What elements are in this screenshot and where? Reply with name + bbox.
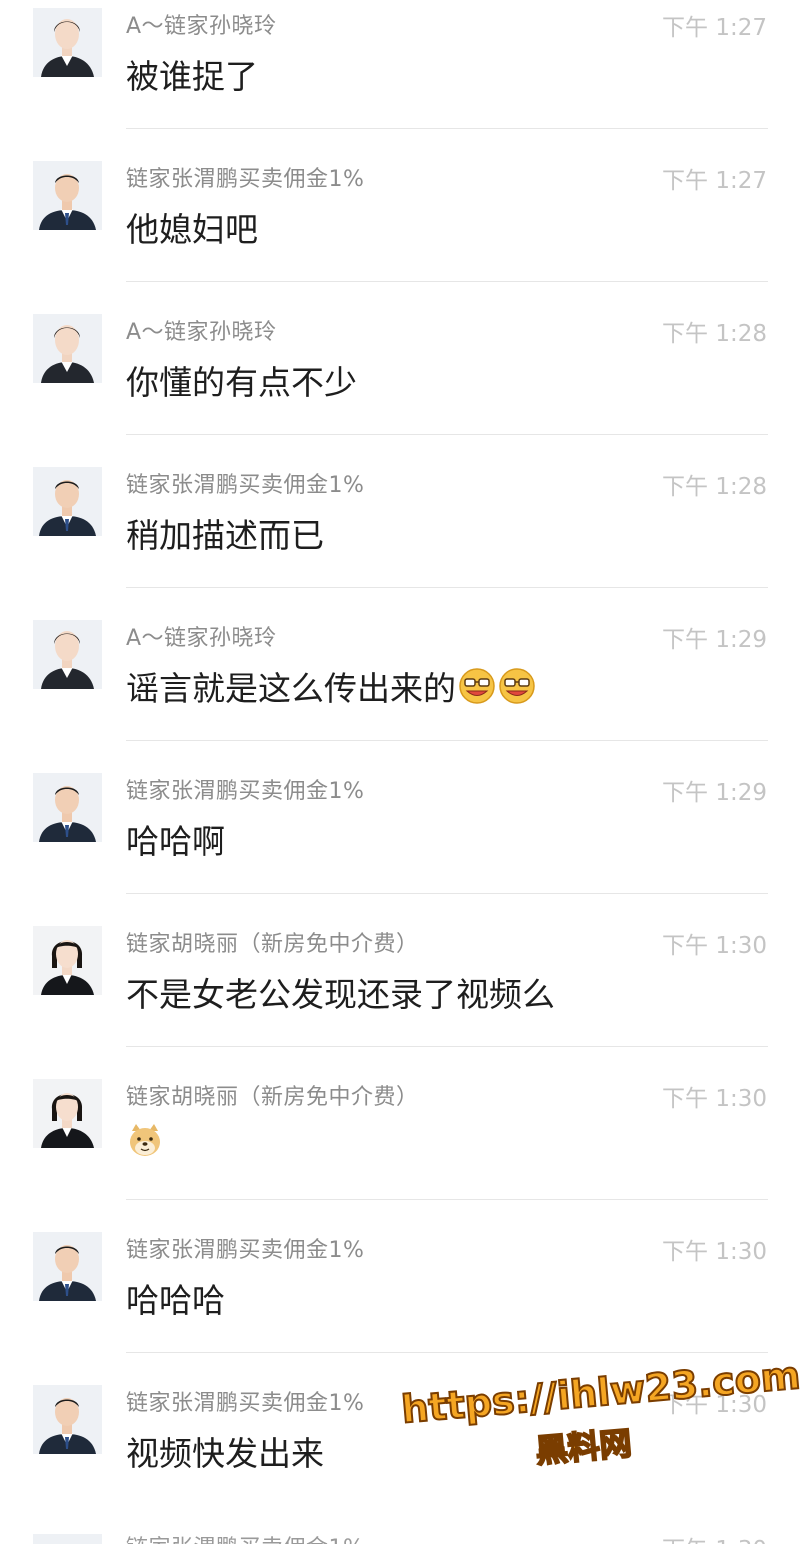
avatar[interactable]	[33, 314, 102, 383]
message-text-content: 稍加描述而已	[126, 516, 324, 555]
sender-name: 链家胡晓丽（新房免中介费）	[126, 932, 419, 957]
message-time: 下午 1:30	[662, 1530, 767, 1544]
male-avatar-icon	[33, 467, 102, 536]
grin-glasses-emoji-icon	[499, 668, 535, 704]
message-time: 下午 1:29	[662, 780, 767, 806]
sender-name: 链家张渭鹏买卖佣金1%	[126, 1238, 365, 1263]
male-avatar-icon	[33, 773, 102, 842]
male-avatar-icon	[33, 161, 102, 230]
avatar[interactable]	[33, 1534, 102, 1544]
message-item: 链家张渭鹏买卖佣金1% 下午 1:30 视频快发出来	[0, 1353, 800, 1506]
sender-name: 链家张渭鹏买卖佣金1%	[126, 1391, 365, 1416]
sender-name: A～链家孙晓玲	[126, 320, 277, 345]
message-text-content: 哈哈啊	[126, 822, 225, 861]
message-time: 下午 1:29	[662, 627, 767, 653]
message-item-partial: 链家张渭鹏买卖佣金1% 下午 1:30	[0, 1528, 800, 1544]
message-text-content: 他媳妇吧	[126, 210, 258, 249]
avatar[interactable]	[33, 1232, 102, 1301]
message-time: 下午 1:30	[662, 1239, 767, 1265]
message-item: A～链家孙晓玲 下午 1:28 你懂的有点不少	[0, 282, 800, 435]
message-item: A～链家孙晓玲 下午 1:27 被谁捉了	[0, 0, 800, 129]
sender-name: 链家胡晓丽（新房免中介费）	[126, 1085, 419, 1110]
female-avatar-icon	[33, 8, 102, 77]
message-text[interactable]: 不是女老公发现还录了视频么	[126, 968, 555, 1016]
message-text-content: 视频快发出来	[126, 1434, 324, 1473]
avatar[interactable]	[33, 467, 102, 536]
message-item: 链家胡晓丽（新房免中介费） 下午 1:30	[0, 1047, 800, 1200]
chat-message-list: A～链家孙晓玲 下午 1:27 被谁捉了 链家张渭鹏买卖佣金1% 下午 1:27	[0, 0, 800, 1506]
message-time: 下午 1:28	[662, 474, 767, 500]
avatar[interactable]	[33, 773, 102, 842]
female-avatar-icon	[33, 314, 102, 383]
message-text-content: 哈哈哈	[126, 1281, 225, 1320]
message-text[interactable]: 视频快发出来	[126, 1427, 324, 1475]
sender-name: A～链家孙晓玲	[126, 626, 277, 651]
avatar[interactable]	[33, 8, 102, 77]
message-item: A～链家孙晓玲 下午 1:29 谣言就是这么传出来的	[0, 588, 800, 741]
message-text-content: 谣言就是这么传出来的	[126, 669, 456, 708]
message-item: 链家胡晓丽（新房免中介费） 下午 1:30 不是女老公发现还录了视频么	[0, 894, 800, 1047]
message-text[interactable]	[126, 1121, 164, 1159]
message-text[interactable]: 稍加描述而已	[126, 509, 324, 557]
message-text[interactable]: 谣言就是这么传出来的	[126, 662, 536, 710]
message-time: 下午 1:27	[662, 168, 767, 194]
avatar[interactable]	[33, 926, 102, 995]
message-time: 下午 1:30	[662, 933, 767, 959]
sender-name: 链家张渭鹏买卖佣金1%	[126, 473, 365, 498]
avatar[interactable]	[33, 1079, 102, 1148]
sender-name: 链家张渭鹏买卖佣金1%	[126, 167, 365, 192]
avatar[interactable]	[33, 620, 102, 689]
avatar[interactable]	[33, 1385, 102, 1454]
message-text[interactable]: 被谁捉了	[126, 50, 258, 98]
sender-name: 链家张渭鹏买卖佣金1%	[126, 1530, 364, 1544]
message-time: 下午 1:30	[662, 1086, 767, 1112]
sender-name: 链家张渭鹏买卖佣金1%	[126, 779, 365, 804]
message-text-content: 你懂的有点不少	[126, 363, 357, 402]
message-text[interactable]: 哈哈哈	[126, 1274, 225, 1322]
message-text[interactable]: 他媳妇吧	[126, 203, 258, 251]
message-item: 链家张渭鹏买卖佣金1% 下午 1:30 哈哈哈	[0, 1200, 800, 1353]
female-avatar-icon	[33, 1079, 102, 1148]
female-avatar-icon	[33, 926, 102, 995]
avatar[interactable]	[33, 161, 102, 230]
female-avatar-icon	[33, 620, 102, 689]
doge-emoji-icon	[130, 1124, 160, 1156]
male-avatar-icon	[33, 1232, 102, 1301]
male-avatar-icon	[33, 1534, 102, 1544]
message-text-content: 不是女老公发现还录了视频么	[126, 975, 555, 1014]
sender-name: A～链家孙晓玲	[126, 14, 277, 39]
male-avatar-icon	[33, 1385, 102, 1454]
grin-glasses-emoji-icon	[459, 668, 495, 704]
message-time: 下午 1:27	[662, 15, 767, 41]
message-text[interactable]: 哈哈啊	[126, 815, 225, 863]
message-time: 下午 1:30	[662, 1392, 767, 1418]
message-item: 链家张渭鹏买卖佣金1% 下午 1:28 稍加描述而已	[0, 435, 800, 588]
message-time: 下午 1:28	[662, 321, 767, 347]
message-text-content: 被谁捉了	[126, 57, 258, 96]
message-item: 链家张渭鹏买卖佣金1% 下午 1:27 他媳妇吧	[0, 129, 800, 282]
message-item: 链家张渭鹏买卖佣金1% 下午 1:29 哈哈啊	[0, 741, 800, 894]
message-text[interactable]: 你懂的有点不少	[126, 356, 357, 404]
